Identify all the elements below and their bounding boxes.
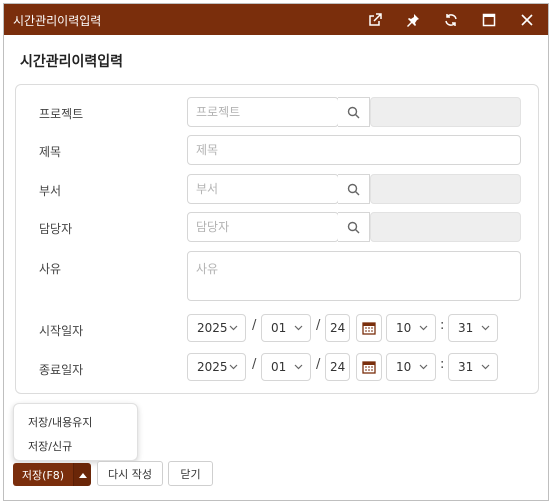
start-minute-select[interactable]: 31 [448,314,498,342]
start-minute-value: 31 [458,321,474,335]
search-icon [347,221,360,233]
department-name-display [370,174,521,204]
end-year-value: 2025 [197,360,228,374]
dialog-window: 시간관리이력입력 시간관리이력입력 프로젝트 프로젝트 제목 제목 부서 부서 [3,3,549,501]
reason-label: 사유 [39,262,62,276]
maximize-icon[interactable] [478,9,500,31]
time-separator: : [440,357,445,372]
end-hour-value: 10 [396,360,412,374]
end-year-select[interactable]: 2025 [187,353,246,381]
chevron-down-icon [229,364,238,370]
rewrite-button[interactable]: 다시 작성 [97,461,163,486]
title-bar[interactable]: 시간관리이력입력 [4,4,548,35]
subject-input[interactable]: 제목 [187,135,521,165]
page-title: 시간관리이력입력 [20,54,124,70]
date-separator: / [316,318,321,333]
save-options-menu: 저장/내용유지 저장/신규 [13,403,138,461]
manager-search-button[interactable] [338,212,370,242]
time-separator: : [440,318,445,333]
window-title: 시간관리이력입력 [13,14,102,28]
chevron-down-icon [481,325,490,331]
start-calendar-button[interactable] [356,314,382,342]
end-minute-value: 31 [458,360,474,374]
calendar-icon [362,322,376,335]
caret-up-icon [78,472,87,478]
start-year-value: 2025 [197,321,228,335]
menu-item-save-new[interactable]: 저장/신규 [28,438,72,454]
end-hour-select[interactable]: 10 [386,353,436,381]
menu-item-save-keep[interactable]: 저장/내용유지 [28,414,92,430]
chevron-down-icon [481,364,490,370]
save-options-toggle[interactable] [73,463,91,486]
close-button[interactable]: 닫기 [168,461,213,486]
chevron-down-icon [229,325,238,331]
department-input[interactable]: 부서 [187,174,339,204]
manager-input[interactable]: 담당자 [187,212,339,242]
start-hour-value: 10 [396,321,412,335]
end-day-input[interactable]: 24 [325,353,350,381]
project-name-display [370,97,521,127]
date-separator: / [252,357,257,372]
manager-label: 담당자 [39,222,73,236]
project-label: 프로젝트 [39,107,84,121]
project-search-button[interactable] [338,97,370,127]
search-icon [347,106,360,118]
save-button[interactable]: 저장(F8) [13,463,73,486]
start-day-input[interactable]: 24 [325,314,350,342]
calendar-icon [362,361,376,374]
chevron-down-icon [419,364,428,370]
subject-label: 제목 [39,145,62,159]
form-panel: 프로젝트 프로젝트 제목 제목 부서 부서 담당자 담당자 사유 사유 시작일자… [15,84,539,394]
end-month-value: 01 [271,360,287,374]
start-month-select[interactable]: 01 [261,314,311,342]
reason-textarea[interactable]: 사유 [187,251,521,301]
chevron-down-icon [419,325,428,331]
date-separator: / [252,318,257,333]
end-calendar-button[interactable] [356,353,382,381]
refresh-icon[interactable] [440,9,462,31]
start-month-value: 01 [271,321,287,335]
start-date-label: 시작일자 [39,324,84,338]
external-link-icon[interactable] [364,9,386,31]
pin-icon[interactable] [402,9,424,31]
end-month-select[interactable]: 01 [261,353,311,381]
close-icon[interactable] [516,9,538,31]
start-year-select[interactable]: 2025 [187,314,246,342]
date-separator: / [316,357,321,372]
department-label: 부서 [39,184,62,198]
search-icon [347,183,360,195]
end-minute-select[interactable]: 31 [448,353,498,381]
chevron-down-icon [294,325,303,331]
department-search-button[interactable] [338,174,370,204]
start-hour-select[interactable]: 10 [386,314,436,342]
chevron-down-icon [294,364,303,370]
end-date-label: 종료일자 [39,363,84,377]
project-input[interactable]: 프로젝트 [187,97,339,127]
manager-name-display [370,212,521,242]
